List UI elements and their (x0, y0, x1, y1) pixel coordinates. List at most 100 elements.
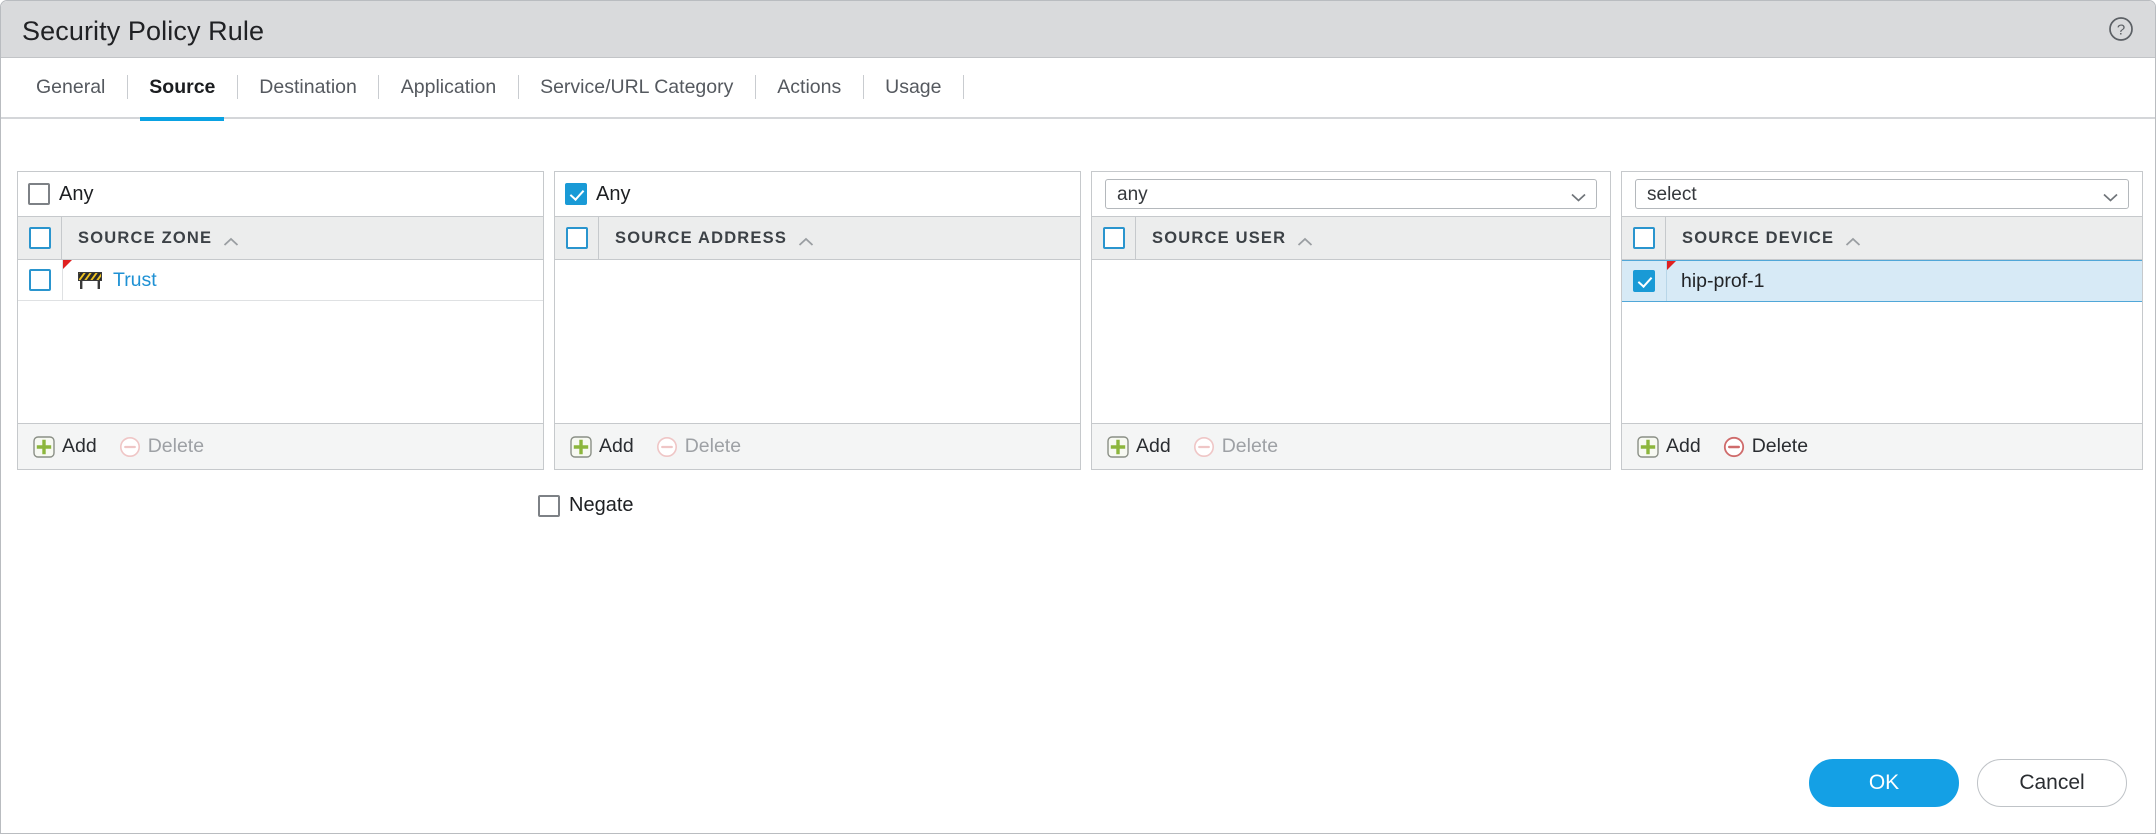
source-device-select-all-cell (1622, 217, 1666, 259)
source-address-any-row: Any (555, 172, 1080, 217)
source-zone-panel: Any SOURCE ZONE (17, 171, 544, 470)
security-policy-rule-dialog: Security Policy Rule ? General Source De… (0, 0, 2156, 834)
tab-separator (963, 75, 964, 99)
plus-square-icon (1637, 436, 1659, 458)
dialog-button-bar: OK Cancel (1809, 759, 2127, 807)
minus-circle-icon (656, 436, 678, 458)
source-address-column-header[interactable]: SOURCE ADDRESS (599, 229, 1080, 248)
add-label: Add (1666, 435, 1701, 458)
source-device-select-value: select (1647, 184, 1697, 206)
sort-ascending-icon (1297, 233, 1313, 243)
source-user-column-label: SOURCE USER (1152, 229, 1286, 248)
source-user-select-value: any (1117, 184, 1148, 206)
source-zone-any-checkbox[interactable] (28, 183, 50, 205)
tab-application[interactable]: Application (384, 69, 513, 119)
source-address-table-body (555, 260, 1080, 423)
sort-ascending-icon (223, 233, 239, 243)
source-user-select-all-cell (1092, 217, 1136, 259)
plus-square-icon (33, 436, 55, 458)
source-user-select[interactable]: any (1105, 179, 1597, 209)
svg-text:?: ? (2117, 22, 2125, 39)
source-device-delete-button[interactable]: Delete (1723, 435, 1808, 458)
table-row[interactable]: hip-prof-1 (1622, 260, 2142, 302)
tab-separator (518, 75, 519, 99)
source-address-table-header: SOURCE ADDRESS (555, 217, 1080, 260)
plus-square-icon (1107, 436, 1129, 458)
source-address-panel: Any SOURCE ADDRESS (554, 171, 1081, 470)
source-user-footer: Add Delete (1092, 423, 1610, 469)
source-address-add-button[interactable]: Add (570, 435, 634, 458)
source-zone-footer: Add Delete (18, 423, 543, 469)
source-user-panel: any SOURCE USER (1091, 171, 1611, 470)
row-checkbox[interactable] (29, 269, 51, 291)
dialog-titlebar: Security Policy Rule ? (1, 1, 2155, 58)
delete-label: Delete (1752, 435, 1808, 458)
minus-circle-icon (1723, 436, 1745, 458)
source-zone-delete-button: Delete (119, 435, 204, 458)
tab-destination[interactable]: Destination (242, 69, 374, 119)
source-zone-table-body: Trust (18, 260, 543, 423)
modified-flag-icon (1667, 261, 1676, 270)
table-row[interactable]: Trust (18, 260, 543, 301)
row-checkbox[interactable] (1633, 270, 1655, 292)
row-content-cell: hip-prof-1 (1666, 261, 2142, 301)
source-device-column-header[interactable]: SOURCE DEVICE (1666, 229, 2142, 248)
source-user-table-body (1092, 260, 1610, 423)
minus-circle-icon (119, 436, 141, 458)
source-device-table-body: hip-prof-1 (1622, 260, 2142, 423)
dialog-title: Security Policy Rule (22, 16, 264, 47)
negate-row: Negate (538, 494, 634, 517)
ok-button[interactable]: OK (1809, 759, 1959, 807)
source-user-delete-button: Delete (1193, 435, 1278, 458)
row-select-cell (1622, 261, 1666, 301)
source-device-table-header: SOURCE DEVICE (1622, 217, 2142, 260)
tab-actions[interactable]: Actions (760, 69, 858, 119)
source-zone-add-button[interactable]: Add (33, 435, 97, 458)
tab-usage[interactable]: Usage (868, 69, 958, 119)
source-device-panel: select SOURCE DEVICE (1621, 171, 2143, 470)
tab-separator (863, 75, 864, 99)
source-device-footer: Add Delete (1622, 423, 2142, 469)
source-zone-select-all-checkbox[interactable] (29, 227, 51, 249)
source-device-select[interactable]: select (1635, 179, 2129, 209)
plus-square-icon (570, 436, 592, 458)
source-zone-any-label: Any (59, 183, 93, 206)
help-circle-icon[interactable]: ? (2107, 15, 2135, 43)
source-address-any-checkbox[interactable] (565, 183, 587, 205)
source-address-select-all-checkbox[interactable] (566, 227, 588, 249)
source-criteria-panels: Any SOURCE ZONE (17, 171, 2143, 470)
row-content-cell: Trust (62, 260, 543, 300)
source-device-select-all-checkbox[interactable] (1633, 227, 1655, 249)
cancel-button[interactable]: Cancel (1977, 759, 2127, 807)
tab-bar: General Source Destination Application S… (1, 69, 2155, 119)
add-label: Add (62, 435, 97, 458)
chevron-down-icon (1571, 189, 1586, 198)
tab-general[interactable]: General (19, 69, 122, 119)
modified-flag-icon (63, 260, 72, 269)
tab-service-url-category[interactable]: Service/URL Category (523, 69, 750, 119)
source-device-column-label: SOURCE DEVICE (1682, 229, 1834, 248)
zone-barrier-icon (77, 271, 103, 290)
tab-separator (755, 75, 756, 99)
source-zone-column-label: SOURCE ZONE (78, 229, 212, 248)
negate-checkbox[interactable] (538, 495, 560, 517)
source-user-add-button[interactable]: Add (1107, 435, 1171, 458)
source-address-any-label: Any (596, 183, 630, 206)
source-zone-column-header[interactable]: SOURCE ZONE (62, 229, 543, 248)
delete-label: Delete (148, 435, 204, 458)
source-user-table-header: SOURCE USER (1092, 217, 1610, 260)
source-device-add-button[interactable]: Add (1637, 435, 1701, 458)
row-select-cell (18, 260, 62, 300)
tab-separator (237, 75, 238, 99)
source-zone-table-header: SOURCE ZONE (18, 217, 543, 260)
chevron-down-icon (2103, 189, 2118, 198)
source-user-select-all-checkbox[interactable] (1103, 227, 1125, 249)
delete-label: Delete (1222, 435, 1278, 458)
row-label[interactable]: Trust (113, 269, 157, 292)
source-user-select-row: any (1092, 172, 1610, 217)
tab-source[interactable]: Source (132, 69, 232, 119)
add-label: Add (1136, 435, 1171, 458)
source-zone-select-all-cell (18, 217, 62, 259)
delete-label: Delete (685, 435, 741, 458)
source-user-column-header[interactable]: SOURCE USER (1136, 229, 1610, 248)
